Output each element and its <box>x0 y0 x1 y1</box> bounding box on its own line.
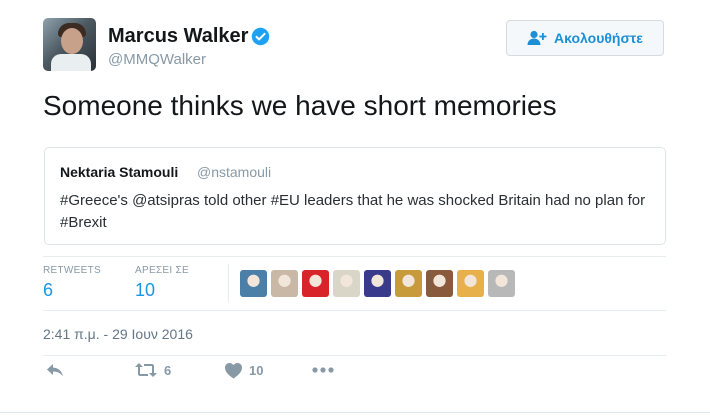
more-dots-icon <box>312 367 334 373</box>
divider-top <box>43 256 666 257</box>
stats-separator <box>228 264 229 302</box>
retweet-button[interactable]: 6 <box>134 362 171 378</box>
reply-button[interactable] <box>45 362 65 378</box>
liker-avatar-8[interactable] <box>457 270 484 297</box>
likes-count: 10 <box>135 280 156 300</box>
like-count: 10 <box>249 363 264 378</box>
author-avatar[interactable] <box>43 18 96 71</box>
verified-badge-icon <box>251 27 270 46</box>
quoted-author-name: Nektaria Stamouli <box>60 164 179 180</box>
likes-stat[interactable]: ΑΡΕΣΕΙ ΣΕ 10 <box>135 265 189 301</box>
likes-label: ΑΡΕΣΕΙ ΣΕ <box>135 265 189 276</box>
retweets-label: RETWEETS <box>43 265 101 276</box>
divider-mid <box>43 310 666 311</box>
like-button[interactable]: 10 <box>224 362 263 379</box>
liker-avatar-4[interactable] <box>333 270 360 297</box>
quoted-tweet-text: #Greece's @atsipras told other #EU leade… <box>60 192 646 231</box>
liker-avatar-2[interactable] <box>271 270 298 297</box>
author-name[interactable]: Marcus Walker <box>108 25 248 48</box>
liker-avatar-7[interactable] <box>426 270 453 297</box>
reply-icon <box>47 364 63 377</box>
quoted-author-handle: @nstamouli <box>197 164 272 180</box>
liker-avatar-6[interactable] <box>395 270 422 297</box>
quoted-tweet[interactable]: Nektaria Stamouli @nstamouli #Greece's @… <box>44 147 666 245</box>
tweet-text: Someone thinks we have short memories <box>43 90 557 121</box>
more-button[interactable] <box>311 362 335 378</box>
retweets-count: 6 <box>43 280 54 300</box>
heart-icon <box>225 363 242 379</box>
timestamp[interactable]: 2:41 π.μ. - 29 Ιουν 2016 <box>43 326 193 342</box>
retweets-stat[interactable]: RETWEETS 6 <box>43 265 101 301</box>
liker-avatar-3[interactable] <box>302 270 329 297</box>
author-handle[interactable]: @MMQWalker <box>108 51 206 68</box>
retweet-count: 6 <box>164 362 172 378</box>
liker-avatar-1[interactable] <box>240 270 267 297</box>
retweet-icon <box>135 363 157 377</box>
divider-bottom <box>43 355 666 356</box>
liker-avatars <box>240 270 515 297</box>
bottom-border <box>0 412 710 413</box>
liker-avatar-9[interactable] <box>488 270 515 297</box>
add-user-icon <box>527 30 547 45</box>
follow-button-label: Ακολουθήστε <box>554 30 643 46</box>
liker-avatar-5[interactable] <box>364 270 391 297</box>
follow-button[interactable]: Ακολουθήστε <box>506 20 664 56</box>
